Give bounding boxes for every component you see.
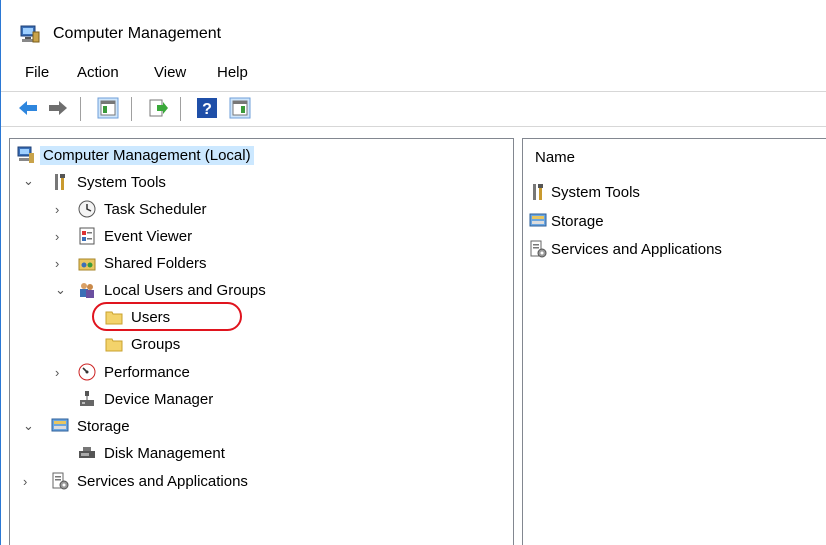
tree-node-device-manager[interactable]: Device Manager xyxy=(78,387,213,411)
list-item-label: System Tools xyxy=(551,183,640,201)
tree-node-shared-folders[interactable]: Shared Folders xyxy=(78,251,207,275)
menu-view[interactable]: View xyxy=(154,64,186,81)
system-tools-icon xyxy=(533,184,543,200)
show-hide-action-pane-icon[interactable] xyxy=(229,97,251,119)
services-applications-icon xyxy=(530,240,547,258)
tree-node-disk-management[interactable]: Disk Management xyxy=(78,441,225,465)
tree-node-groups[interactable]: Groups xyxy=(105,332,180,356)
system-tools-icon xyxy=(55,174,65,190)
tree-node-local-users-and-groups[interactable]: Local Users and Groups xyxy=(78,278,266,302)
window-title: Computer Management xyxy=(53,25,222,42)
tree-node-label: Event Viewer xyxy=(104,227,193,245)
device-manager-icon xyxy=(80,391,94,406)
users-groups-icon xyxy=(80,283,94,298)
services-applications-icon xyxy=(52,472,69,490)
column-header-name[interactable]: Name xyxy=(535,149,575,166)
chevron-right-icon[interactable]: › xyxy=(55,365,59,380)
tree-node-label: Disk Management xyxy=(104,444,225,462)
tree-node-label: Device Manager xyxy=(104,390,214,408)
chevron-down-icon[interactable]: ⌄ xyxy=(55,282,66,298)
tree-node-computer-management-local[interactable]: Computer Management (Local) xyxy=(17,143,254,167)
storage-icon xyxy=(529,213,547,227)
event-viewer-icon xyxy=(79,227,95,245)
chevron-right-icon[interactable]: › xyxy=(55,256,59,271)
tree-node-system-tools[interactable]: System Tools xyxy=(51,170,166,194)
computer-management-window: Computer Management File Action View Hel… xyxy=(0,0,826,545)
storage-icon xyxy=(51,418,69,432)
tree-node-label: Services and Applications xyxy=(77,472,248,490)
tree-node-label: Performance xyxy=(104,363,190,381)
list-item-label: Services and Applications xyxy=(551,240,722,258)
tree-node-label: System Tools xyxy=(77,173,166,191)
tree-node-label: Storage xyxy=(77,417,130,435)
title-bar[interactable]: Computer Management xyxy=(1,0,826,58)
export-list-icon[interactable] xyxy=(147,97,169,119)
tree-node-label: Task Scheduler xyxy=(104,200,207,218)
toolbar-separator xyxy=(180,97,181,121)
tree-node-label: Computer Management (Local) xyxy=(40,145,254,165)
chevron-right-icon[interactable]: › xyxy=(23,474,27,489)
annotation-highlight-ring xyxy=(92,302,242,331)
tree-node-label: Local Users and Groups xyxy=(104,281,266,299)
list-item-services-and-applications[interactable]: Services and Applications xyxy=(529,237,722,261)
toolbar-separator xyxy=(131,97,132,121)
menu-action[interactable]: Action xyxy=(77,64,119,81)
chevron-right-icon[interactable]: › xyxy=(55,202,59,217)
toolbar: ? xyxy=(1,91,826,127)
chevron-right-icon[interactable]: › xyxy=(55,229,59,244)
list-item-system-tools[interactable]: System Tools xyxy=(529,180,640,204)
tree-node-label: Shared Folders xyxy=(104,254,207,272)
tree-node-performance[interactable]: Performance xyxy=(78,360,190,384)
tree-node-storage[interactable]: Storage xyxy=(51,414,130,438)
list-item-storage[interactable]: Storage xyxy=(529,209,604,233)
back-icon[interactable] xyxy=(17,97,39,119)
clock-icon xyxy=(78,200,96,218)
menu-help[interactable]: Help xyxy=(217,64,248,81)
toolbar-separator xyxy=(80,97,81,121)
help-icon[interactable]: ? xyxy=(196,97,218,119)
performance-icon xyxy=(78,363,96,381)
computer-management-icon xyxy=(17,146,34,163)
disk-management-icon xyxy=(79,447,95,458)
tree-node-event-viewer[interactable]: Event Viewer xyxy=(78,224,192,248)
menu-file[interactable]: File xyxy=(25,64,49,81)
chevron-down-icon[interactable]: ⌄ xyxy=(23,173,34,189)
computer-management-icon xyxy=(20,25,40,43)
show-hide-console-tree-icon[interactable] xyxy=(97,97,119,119)
tree-node-services-and-applications[interactable]: Services and Applications xyxy=(51,469,248,493)
svg-text:?: ? xyxy=(202,101,212,118)
menu-bar: File Action View Help xyxy=(1,62,826,86)
tree-node-label: Groups xyxy=(131,335,181,353)
list-item-label: Storage xyxy=(551,212,604,230)
forward-icon[interactable] xyxy=(47,97,69,119)
folder-icon xyxy=(105,338,123,352)
shared-folders-icon xyxy=(78,258,96,271)
chevron-down-icon[interactable]: ⌄ xyxy=(23,418,34,434)
tree-node-task-scheduler[interactable]: Task Scheduler xyxy=(78,197,207,221)
results-list-pane[interactable]: Name System Tools Storage Services and A… xyxy=(522,138,826,545)
